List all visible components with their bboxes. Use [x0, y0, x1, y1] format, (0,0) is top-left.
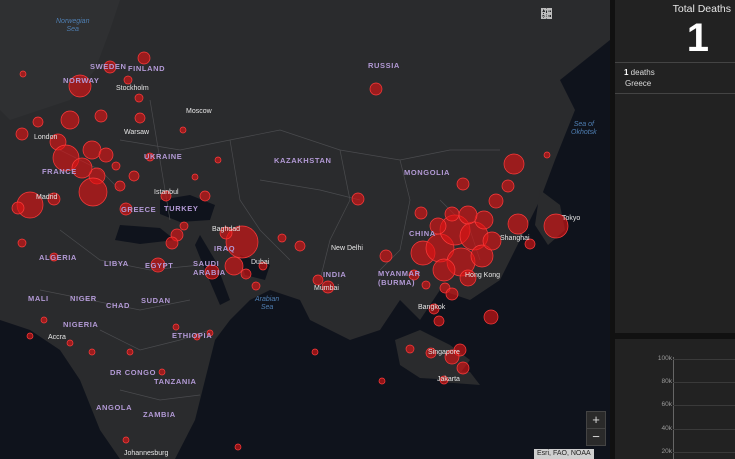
city-label-accra: Accra	[48, 334, 66, 341]
country-label-libya: LIBYA	[104, 259, 129, 268]
chart-y-axis	[673, 357, 674, 459]
gridline	[673, 382, 735, 383]
country-label-russia: RUSSIA	[368, 61, 400, 70]
y-tick-label: 40k	[661, 425, 672, 432]
panel-divider	[615, 62, 735, 63]
country-label-zambia: ZAMBIA	[143, 410, 176, 419]
country-label-greece: GREECE	[121, 205, 157, 214]
country-label-iraq: IRAQ	[214, 244, 236, 253]
city-label-dubai: Dubai	[251, 259, 270, 266]
country-label-angola: ANGOLA	[96, 403, 133, 412]
sea-label-okhotsk: Sea of Okhotsk	[571, 121, 597, 136]
country-label-niger: NIGER	[70, 294, 97, 303]
chart-panel: 100k 80k 60k 40k 20k	[615, 339, 735, 459]
city-label-baghdad: Baghdad	[212, 226, 241, 233]
city-label-istanbul: Istanbul	[154, 189, 179, 196]
grid-icon[interactable]	[541, 8, 605, 26]
country-label-norway: NORWAY	[63, 76, 100, 85]
zoom-out-button[interactable]: −	[587, 428, 605, 445]
city-label-mumbai: Mumbai	[314, 285, 339, 292]
city-label-madrid: Madrid	[36, 194, 58, 201]
country-label-mongolia: MONGOLIA	[404, 168, 451, 177]
country-label-india: INDIA	[323, 270, 347, 279]
country-label-nigeria: NIGERIA	[63, 320, 99, 329]
total-deaths-panel: Total Deaths 1 1 deaths Greece	[615, 0, 735, 333]
country-label-egypt: EGYPT	[145, 261, 174, 270]
total-deaths-value: 1	[686, 16, 709, 60]
country-label-ethiopia: ETHIOPIA	[172, 331, 213, 340]
panel-divider	[615, 93, 735, 94]
city-label-tokyo: Tokyo	[562, 215, 581, 222]
list-icon[interactable]	[541, 8, 583, 26]
country-label-china: CHINA	[409, 229, 436, 238]
country-label-france: FRANCE	[42, 167, 77, 176]
city-label-singapore: Singapore	[428, 349, 460, 356]
country-label-finland: FINLAND	[128, 64, 166, 73]
country-label-algeria: ALGERIA	[39, 253, 77, 262]
city-label-warsaw: Warsaw	[124, 129, 150, 136]
death-list-item[interactable]: 1 deaths	[624, 68, 655, 77]
country-label-ukraine: UKRAINE	[144, 152, 183, 161]
panel-title: Total Deaths	[672, 3, 731, 15]
city-label-stockholm: Stockholm	[116, 85, 149, 92]
gridline	[673, 429, 735, 430]
country-label-turkey: TURKEY	[164, 204, 199, 213]
y-tick-label: 80k	[661, 378, 672, 385]
country-label-myanmar: MYANMAR (BURMA)	[378, 269, 421, 287]
country-label-dr-congo: DR CONGO	[110, 368, 157, 377]
city-label-shanghai: Shanghai	[500, 235, 530, 242]
gridline	[673, 452, 735, 453]
sea-label-arabian: Arabian Sea	[255, 296, 280, 311]
y-tick-label: 60k	[661, 401, 672, 408]
country-label-sudan: SUDAN	[141, 296, 171, 305]
country-label-mali: MALI	[28, 294, 49, 303]
country-label-sweden: SWEDEN	[90, 62, 127, 71]
country-label-chad: CHAD	[106, 301, 131, 310]
gridline	[673, 359, 735, 360]
map-attribution: Esri, FAO, NOAA	[534, 449, 594, 459]
city-label-bangkok: Bangkok	[418, 304, 446, 311]
death-list-country: Greece	[625, 79, 652, 88]
city-label-johannesburg: Johannesburg	[124, 450, 169, 457]
zoom-in-button[interactable]: +	[587, 412, 605, 428]
city-label-hong-kong: Hong Kong	[465, 272, 501, 279]
map-view[interactable]: Norwegian Sea Sea of Okhotsk Arabian Sea…	[0, 0, 610, 459]
sea-label-norwegian: Norwegian Sea	[56, 18, 90, 33]
country-label-tanzania: TANZANIA	[154, 377, 197, 386]
zoom-control: + −	[586, 411, 606, 446]
city-label-jakarta: Jakarta	[437, 376, 460, 383]
city-label-new-delhi: New Delhi	[331, 245, 363, 252]
gridline	[673, 405, 735, 406]
y-tick-label: 100k	[657, 355, 672, 362]
country-label-saudi-arabia: SAUDI ARABIA	[193, 259, 226, 277]
y-tick-label: 20k	[661, 448, 672, 455]
country-label-kazakhstan: KAZAKHSTAN	[274, 156, 332, 165]
city-label-london: London	[34, 134, 58, 141]
city-label-moscow: Moscow	[186, 108, 212, 115]
death-count-unit: deaths	[628, 68, 655, 77]
map-toolbar	[541, 8, 605, 26]
